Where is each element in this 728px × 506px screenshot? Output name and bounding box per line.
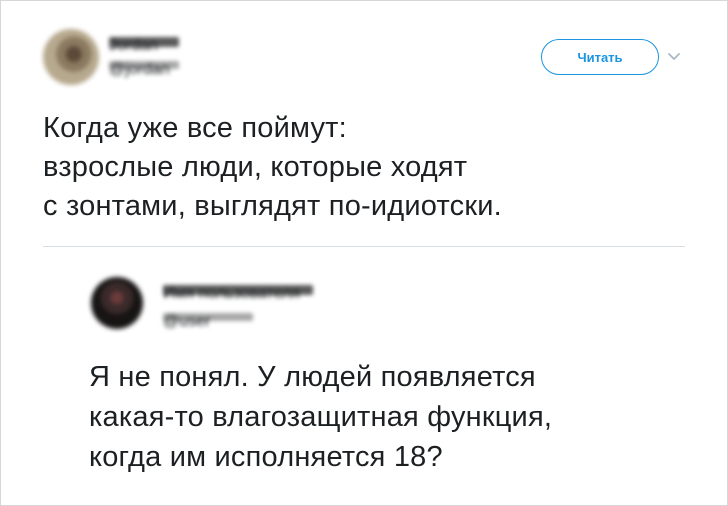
reply-text: Я не понял. У людей появляется какая-то … [89,357,699,477]
reply-text-line: какая-то влагозащитная функция, [89,401,553,433]
divider [43,246,685,247]
tweet-text-line: Когда уже все поймут: [43,112,347,144]
tweet-card: Jordan @jordan Читать Когда уже все пойм… [0,0,728,506]
author-handle[interactable]: @jordan [109,61,179,78]
reply-author-name[interactable]: Имя пользователя [163,285,313,302]
author-name[interactable]: Jordan [109,37,179,54]
reply-author-avatar[interactable] [91,277,143,329]
follow-button[interactable]: Читать [541,39,659,75]
tweet-text-line: взрослые люди, которые ходят [43,151,468,183]
reply-text-line: Я не понял. У людей появляется [89,361,536,393]
author-avatar[interactable] [43,29,99,85]
tweet-text: Когда уже все поймут: взрослые люди, кот… [43,109,703,226]
reply-text-line: когда им исполняется 18? [89,441,443,473]
reply-author-handle[interactable]: @user [163,313,253,330]
tweet-text-line: с зонтами, выглядят по-идиотски. [43,190,502,222]
chevron-down-icon[interactable] [667,51,681,63]
